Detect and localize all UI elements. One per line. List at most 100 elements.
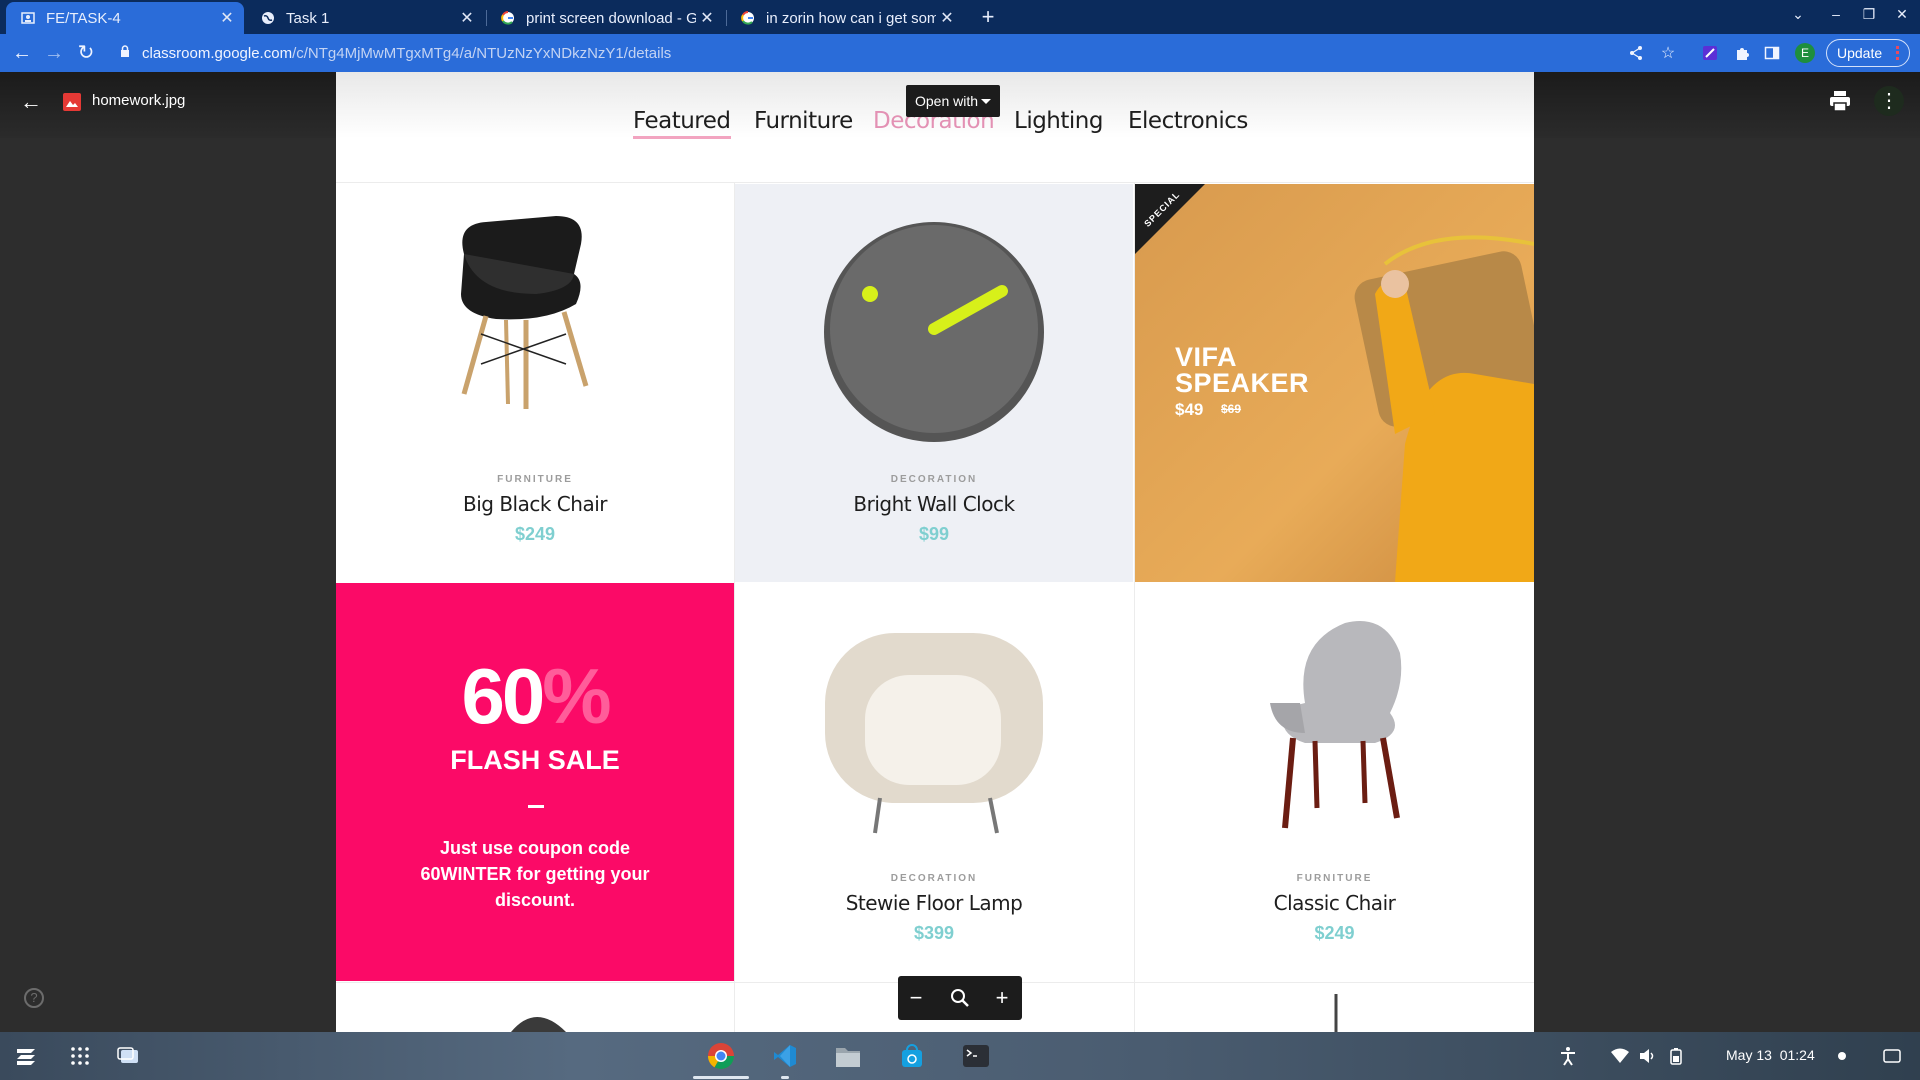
profile-avatar[interactable]: E [1795, 43, 1815, 63]
tab-title: Task 1 [286, 9, 330, 27]
battery-icon[interactable] [1662, 1042, 1690, 1070]
dropdown-caret-icon [981, 99, 991, 104]
launcher-icon[interactable] [12, 1042, 40, 1070]
zoom-controls: − + [898, 976, 1022, 1020]
google-icon [740, 10, 756, 26]
zoom-out-icon[interactable]: − [904, 986, 928, 1010]
grid-divider [336, 182, 1534, 183]
more-options-icon[interactable]: ⋮ [1874, 86, 1904, 116]
software-store-icon[interactable] [898, 1042, 926, 1070]
terminal-icon[interactable] [962, 1042, 990, 1070]
google-icon [500, 10, 516, 26]
category-featured: Featured [633, 108, 731, 139]
product-name: Stewie Floor Lamp [845, 891, 1023, 915]
url-text: classroom.google.com/c/NTg4MjMwMTgxMTg4/… [142, 45, 671, 62]
browser-toolbar: ← → ↻ classroom.google.com/c/NTg4MjMwMTg… [0, 34, 1920, 72]
close-icon[interactable]: ✕ [216, 8, 238, 28]
category-lighting: Lighting [1014, 108, 1103, 134]
flash-percent: 60% [336, 651, 734, 742]
open-with-label: Open with [915, 93, 979, 109]
os-shelf: May 13 01:24 [0, 1032, 1920, 1080]
forward-icon[interactable]: → [42, 41, 66, 65]
product-price: $249 [1314, 923, 1355, 943]
flash-percent-number: 60 [461, 652, 545, 740]
lock-icon [120, 45, 130, 63]
product-category: FURNITURE [497, 474, 573, 485]
promo-price: $49 [1175, 400, 1204, 419]
tab-title: in zorin how can i get some [766, 9, 936, 27]
back-icon[interactable]: ← [10, 41, 34, 65]
date: May 13 [1726, 1047, 1772, 1063]
help-icon[interactable]: ? [24, 988, 44, 1008]
show-desktop-icon[interactable] [1878, 1042, 1906, 1070]
category-electronics: Electronics [1128, 108, 1248, 134]
close-icon[interactable]: ✕ [696, 8, 718, 28]
new-tab-button[interactable]: + [976, 5, 1000, 29]
image-file-icon [63, 93, 81, 111]
minimize-icon[interactable]: – [1824, 6, 1848, 22]
workspaces-icon[interactable] [114, 1042, 142, 1070]
classroom-icon [20, 10, 36, 26]
product-category: DECORATION [890, 873, 978, 884]
update-label: Update [1837, 45, 1883, 61]
notification-dot-icon[interactable] [1828, 1042, 1856, 1070]
extensions-puzzle-icon[interactable] [1732, 43, 1752, 63]
accessibility-icon[interactable] [1554, 1042, 1582, 1070]
globe-icon [260, 10, 276, 26]
product-card: FURNITURE Big Black Chair $249 [336, 184, 734, 582]
close-icon[interactable]: ✕ [456, 8, 478, 28]
running-indicator [781, 1076, 789, 1079]
product-card: DECORATION Bright Wall Clock $99 [735, 184, 1133, 582]
promo-old-price: $69 [1221, 402, 1242, 416]
promo-title-line2: SPEAKER [1175, 368, 1310, 398]
product-price: $99 [918, 524, 950, 544]
tab-fe-task-4[interactable]: FE/TASK-4 ✕ [6, 2, 244, 34]
vscode-icon[interactable] [771, 1042, 799, 1070]
update-button[interactable]: Update [1826, 39, 1910, 67]
wall-clock-image [824, 222, 1044, 442]
restore-icon[interactable]: ❐ [1857, 6, 1881, 23]
share-icon[interactable] [1626, 43, 1646, 63]
volume-icon[interactable] [1634, 1042, 1662, 1070]
time: 01:24 [1779, 1047, 1815, 1063]
file-name: homework.jpg [92, 92, 186, 109]
flash-title: FLASH SALE [450, 745, 620, 775]
product-name: Bright Wall Clock [853, 492, 1015, 516]
date-time[interactable]: May 13 01:24 [1726, 1047, 1815, 1063]
url-path: /c/NTg4MjMwMTgxMTg4/a/NTUzNzYxNDkzNzY1/d… [292, 45, 672, 62]
tab-print-screen[interactable]: print screen download - Go ✕ [486, 2, 724, 34]
tab-title: FE/TASK-4 [46, 9, 121, 27]
product-price: $249 [514, 524, 556, 544]
bookmark-star-icon[interactable]: ☆ [1658, 43, 1678, 63]
tab-strip: FE/TASK-4 ✕ Task 1 ✕ print screen downlo… [0, 0, 1920, 34]
tab-task-1[interactable]: Task 1 ✕ [246, 2, 484, 34]
tab-zorin[interactable]: in zorin how can i get some ✕ [726, 2, 964, 34]
print-icon[interactable] [1827, 88, 1853, 114]
wifi-icon[interactable] [1606, 1042, 1634, 1070]
menu-dots-icon [1896, 46, 1899, 60]
close-icon[interactable]: ✕ [936, 8, 958, 28]
file-viewer: ← homework.jpg ⋮ ? Featured Furniture De… [0, 72, 1920, 1032]
zoom-in-icon[interactable]: + [990, 986, 1014, 1010]
chrome-icon[interactable] [707, 1042, 735, 1070]
flash-description: Just use coupon code 60WINTER for gettin… [420, 838, 650, 910]
files-icon[interactable] [834, 1042, 862, 1070]
side-panel-icon[interactable] [1762, 43, 1782, 63]
zoom-reset-icon[interactable] [948, 986, 972, 1010]
extension-tool-icon[interactable] [1700, 43, 1720, 63]
back-arrow-icon[interactable]: ← [20, 90, 44, 114]
promo-title: VIFA SPEAKER [1175, 344, 1310, 398]
flash-divider [528, 805, 544, 808]
tab-search-icon[interactable]: ⌄ [1786, 6, 1810, 23]
floor-lamp-image [825, 633, 1043, 834]
product-price: $399 [913, 923, 955, 943]
product-category: DECORATION [890, 474, 978, 485]
category-furniture: Furniture [754, 108, 853, 134]
open-with-button[interactable]: Open with [906, 85, 1000, 117]
running-indicator [693, 1076, 749, 1079]
viewed-image: Featured Furniture Decoration Lighting E… [336, 72, 1534, 1032]
app-grid-icon[interactable] [66, 1042, 94, 1070]
address-bar[interactable]: classroom.google.com/c/NTg4MjMwMTgxMTg4/… [108, 37, 1648, 69]
reload-icon[interactable]: ↻ [74, 41, 98, 65]
window-close-icon[interactable]: ✕ [1890, 6, 1914, 23]
